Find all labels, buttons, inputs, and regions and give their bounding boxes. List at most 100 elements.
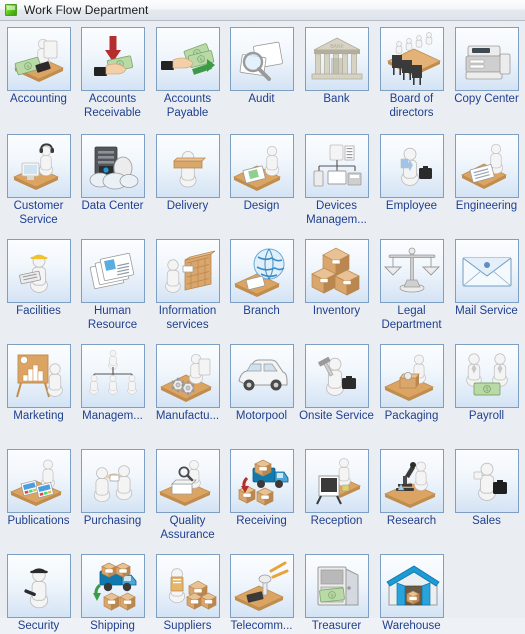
inspect-box-icon[interactable] [155,449,220,513]
stencil-shape-label: Employee [385,200,438,212]
stencil-shape[interactable]: $ $ Accounts Payable [150,27,225,120]
hardhat-worker-icon[interactable] [6,239,71,303]
hand-receiving-money-icon[interactable]: $ [80,27,145,91]
stencil-shape[interactable]: $ Treasurer [299,554,374,634]
stencil-shape[interactable]: Information services [150,239,225,332]
two-people-handoff-icon[interactable] [80,449,145,513]
employee-briefcase-icon[interactable] [379,134,444,198]
conference-table-icon[interactable] [379,27,444,91]
copier-machine-icon[interactable] [454,27,519,91]
accounting-desk-icon[interactable]: $ [6,27,71,91]
stencil-shape[interactable]: Design [224,134,299,214]
security-guard-icon[interactable] [6,554,71,618]
globe-desk-icon[interactable] [229,239,294,303]
stencil-shape[interactable]: Data Center [75,134,150,214]
stencil-shape[interactable]: Audit [224,27,299,107]
stencil-shape-label: Sales [472,515,501,527]
stencil-shape[interactable]: Suppliers [150,554,225,634]
stencil-shape[interactable]: Reception [299,449,374,529]
stencil-shape[interactable]: Delivery [150,134,225,214]
stencil-shape-label: Reception [310,515,363,527]
window-titlebar: Work Flow Department [0,0,525,21]
stencil-shape[interactable]: Inventory [299,239,374,319]
microscope-icon[interactable] [379,449,444,513]
stencil-shape[interactable]: Purchasing [75,449,150,529]
shipping-truck-icon[interactable] [80,554,145,618]
org-chart-icon[interactable] [80,344,145,408]
stencil-shape[interactable]: Human Resource [75,239,150,332]
truck-unloading-icon[interactable] [229,449,294,513]
car-icon[interactable] [229,344,294,408]
salesperson-case-icon[interactable] [454,449,519,513]
stencil-shape[interactable]: Board of directors [374,27,449,120]
stencil-shape[interactable]: Customer Service [1,134,76,227]
stencil-shape[interactable]: Onsite Service [299,344,374,424]
stencil-shape[interactable]: Security [1,554,76,634]
stencil-shape[interactable]: $ Payroll [449,344,524,424]
design-desk-icon[interactable] [229,134,294,198]
stencil-shape-label: Design [243,200,280,212]
stencil-shape[interactable]: Copy Center [449,27,524,107]
technician-toolcase-icon[interactable] [304,344,369,408]
stencil-shape[interactable]: Quality Assurance [150,449,225,542]
warehouse-building-icon[interactable] [379,554,444,618]
stencil-shape-label: Delivery [166,200,209,212]
stencil-shape[interactable]: Facilities [1,239,76,319]
stencil-shape-grid: $ Accounting $ Accounts Receivable $ $ A… [0,21,525,632]
stencil-shape[interactable]: Devices Managem... [299,134,374,227]
stencil-shape[interactable]: Mail Service [449,239,524,319]
packing-box-desk-icon[interactable] [379,344,444,408]
stencil-shape-label: Branch [243,305,280,317]
stencil-shape[interactable]: Shipping [75,554,150,634]
stencil-shape[interactable]: Manufactu... [150,344,225,424]
person-carrying-box-icon[interactable] [155,134,220,198]
hand-paying-money-icon[interactable]: $ $ [155,27,220,91]
stencil-shape[interactable]: Research [374,449,449,529]
magnifier-documents-icon[interactable] [229,27,294,91]
stencil-shape[interactable]: Managem... [75,344,150,424]
stencil-shape-label: Shipping [90,620,135,632]
envelope-icon[interactable] [454,239,519,303]
stencil-shape[interactable]: Receiving [224,449,299,529]
stencil-shape[interactable]: Publications [1,449,76,529]
stencil-shape[interactable]: Employee [374,134,449,214]
stencil-shape-label: Treasurer [311,620,362,632]
two-people-money-icon[interactable]: $ [454,344,519,408]
devices-network-icon[interactable] [304,134,369,198]
stencil-shape[interactable]: Telecomm... [224,554,299,634]
presentation-chart-icon[interactable] [6,344,71,408]
stencil-shape-label: Payroll [468,410,505,422]
server-cloud-icon[interactable] [80,134,145,198]
stencil-shape-label: Accounting [10,93,67,105]
svg-text:BANK: BANK [330,44,344,50]
stacked-boxes-icon[interactable] [304,239,369,303]
supplier-clipboard-icon[interactable] [155,554,220,618]
stencil-shape[interactable]: Marketing [1,344,76,424]
scales-of-justice-icon[interactable] [379,239,444,303]
headset-agent-icon[interactable] [6,134,71,198]
stencil-shape[interactable]: Packaging [374,344,449,424]
safe-cabinet-money-icon[interactable]: $ [304,554,369,618]
printed-magazines-icon[interactable] [6,449,71,513]
stencil-shape[interactable]: Warehouse [374,554,449,634]
factory-gears-desk-icon[interactable] [155,344,220,408]
telecom-desk-icon[interactable] [229,554,294,618]
stencil-shape[interactable]: Sales [449,449,524,529]
resume-papers-icon[interactable] [80,239,145,303]
stencil-shape[interactable]: Legal Department [374,239,449,332]
person-file-cabinet-icon[interactable] [155,239,220,303]
stencil-shape-label: Engineering [455,200,518,212]
stencil-shape[interactable]: $ Accounts Receivable [75,27,150,120]
stencil-shape[interactable]: $ Accounting [1,27,76,107]
window-title: Work Flow Department [24,3,149,17]
engineering-desk-icon[interactable] [454,134,519,198]
reception-desk-icon[interactable] [304,449,369,513]
stencil-shape[interactable]: Engineering [449,134,524,214]
stencil-shape[interactable]: Motorpool [224,344,299,424]
stencil-shape-label: Security [17,620,60,632]
stencil-shape[interactable]: Branch [224,239,299,319]
bank-building-icon[interactable]: BANK [304,27,369,91]
stencil-shape-label: Marketing [13,410,64,422]
stencil-shape-label: Facilities [16,305,61,317]
stencil-shape[interactable]: BANK Bank [299,27,374,107]
